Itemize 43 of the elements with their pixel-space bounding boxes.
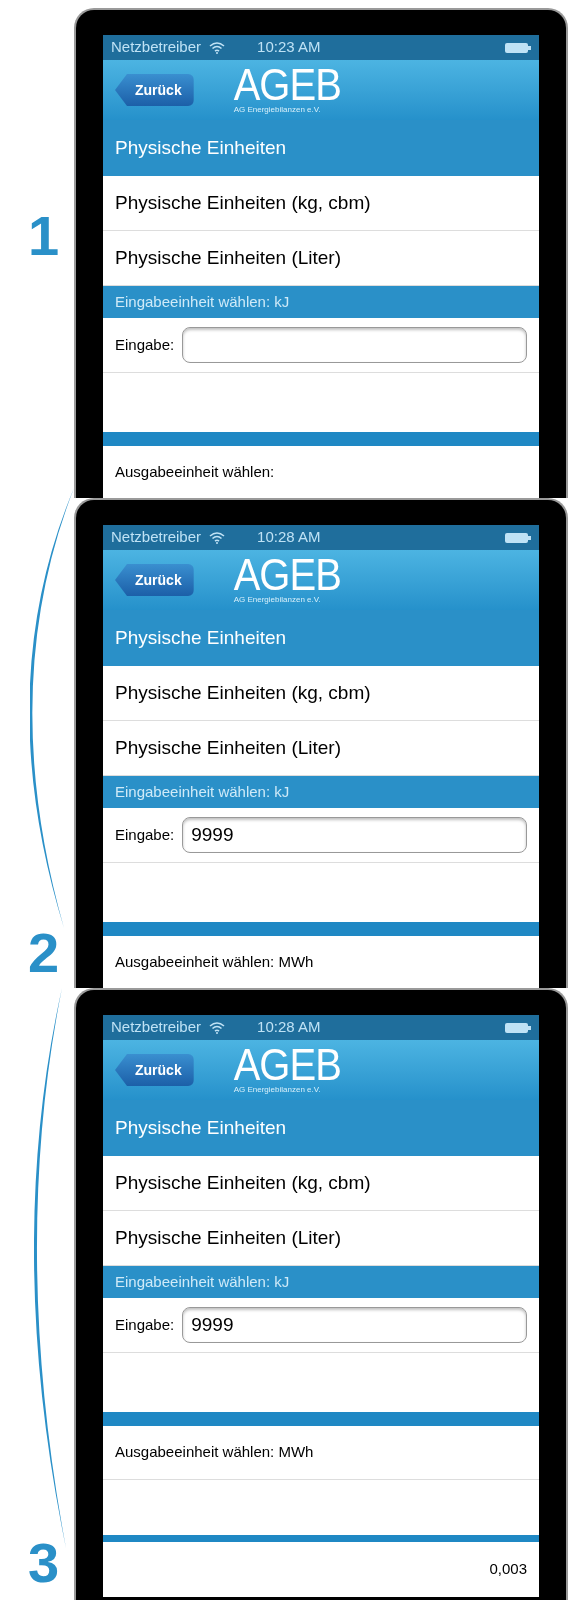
list-item[interactable]: Physische Einheiten (kg, cbm) bbox=[103, 1156, 539, 1211]
step-number: 3 bbox=[28, 1535, 61, 1591]
input-header: Eingabeeinheit wählen: kJ bbox=[103, 776, 539, 808]
wifi-icon bbox=[209, 41, 226, 54]
carrier-name: Netzbetreiber bbox=[111, 37, 202, 58]
list-item[interactable]: Physische Einheiten (kg, cbm) bbox=[103, 176, 539, 231]
logo-subtitle: AG Energiebilanzen e.V. bbox=[233, 595, 321, 605]
output-label[interactable]: Ausgabeeinheit wählen: MWh bbox=[115, 1441, 314, 1464]
list-item[interactable]: Physische Einheiten (kg, cbm) bbox=[103, 666, 539, 721]
logo-title: AGEB bbox=[233, 63, 341, 107]
input-field[interactable]: 9999 bbox=[182, 817, 527, 853]
back-button[interactable]: Zurück bbox=[115, 1054, 194, 1086]
input-header: Eingabeeinheit wählen: kJ bbox=[103, 1266, 539, 1298]
battery-icon bbox=[505, 1022, 531, 1033]
carrier-name: Netzbetreiber bbox=[111, 527, 202, 548]
back-button[interactable]: Zurück bbox=[115, 564, 194, 596]
output-label[interactable]: Ausgabeeinheit wählen: MWh bbox=[115, 951, 314, 974]
step-number: 1 bbox=[28, 208, 61, 264]
input-field[interactable] bbox=[182, 327, 527, 363]
battery-icon bbox=[505, 42, 531, 53]
status-time: 10:23 AM bbox=[257, 37, 321, 58]
input-label: Eingabe: bbox=[115, 334, 175, 355]
logo-title: AGEB bbox=[233, 553, 341, 597]
section-header: Physische Einheiten bbox=[103, 610, 539, 666]
status-time: 10:28 AM bbox=[257, 527, 321, 548]
step-number: 2 bbox=[28, 925, 61, 981]
wifi-icon bbox=[209, 1021, 226, 1034]
wifi-icon bbox=[209, 531, 226, 544]
battery-icon bbox=[505, 532, 531, 543]
logo-subtitle: AG Energiebilanzen e.V. bbox=[233, 1085, 321, 1095]
output-label[interactable]: Ausgabeeinheit wählen: bbox=[115, 461, 275, 484]
logo-title: AGEB bbox=[233, 1043, 341, 1087]
input-header: Eingabeeinheit wählen: kJ bbox=[103, 286, 539, 318]
input-label: Eingabe: bbox=[115, 824, 175, 845]
status-time: 10:28 AM bbox=[257, 1017, 321, 1038]
result-value: 0,003 bbox=[489, 1559, 527, 1580]
logo-subtitle: AG Energiebilanzen e.V. bbox=[233, 105, 321, 115]
carrier-name: Netzbetreiber bbox=[111, 1017, 202, 1038]
back-button[interactable]: Zurück bbox=[115, 74, 194, 106]
section-header: Physische Einheiten bbox=[103, 1100, 539, 1156]
input-label: Eingabe: bbox=[115, 1314, 175, 1335]
input-field[interactable]: 9999 bbox=[182, 1307, 527, 1343]
section-header: Physische Einheiten bbox=[103, 120, 539, 176]
